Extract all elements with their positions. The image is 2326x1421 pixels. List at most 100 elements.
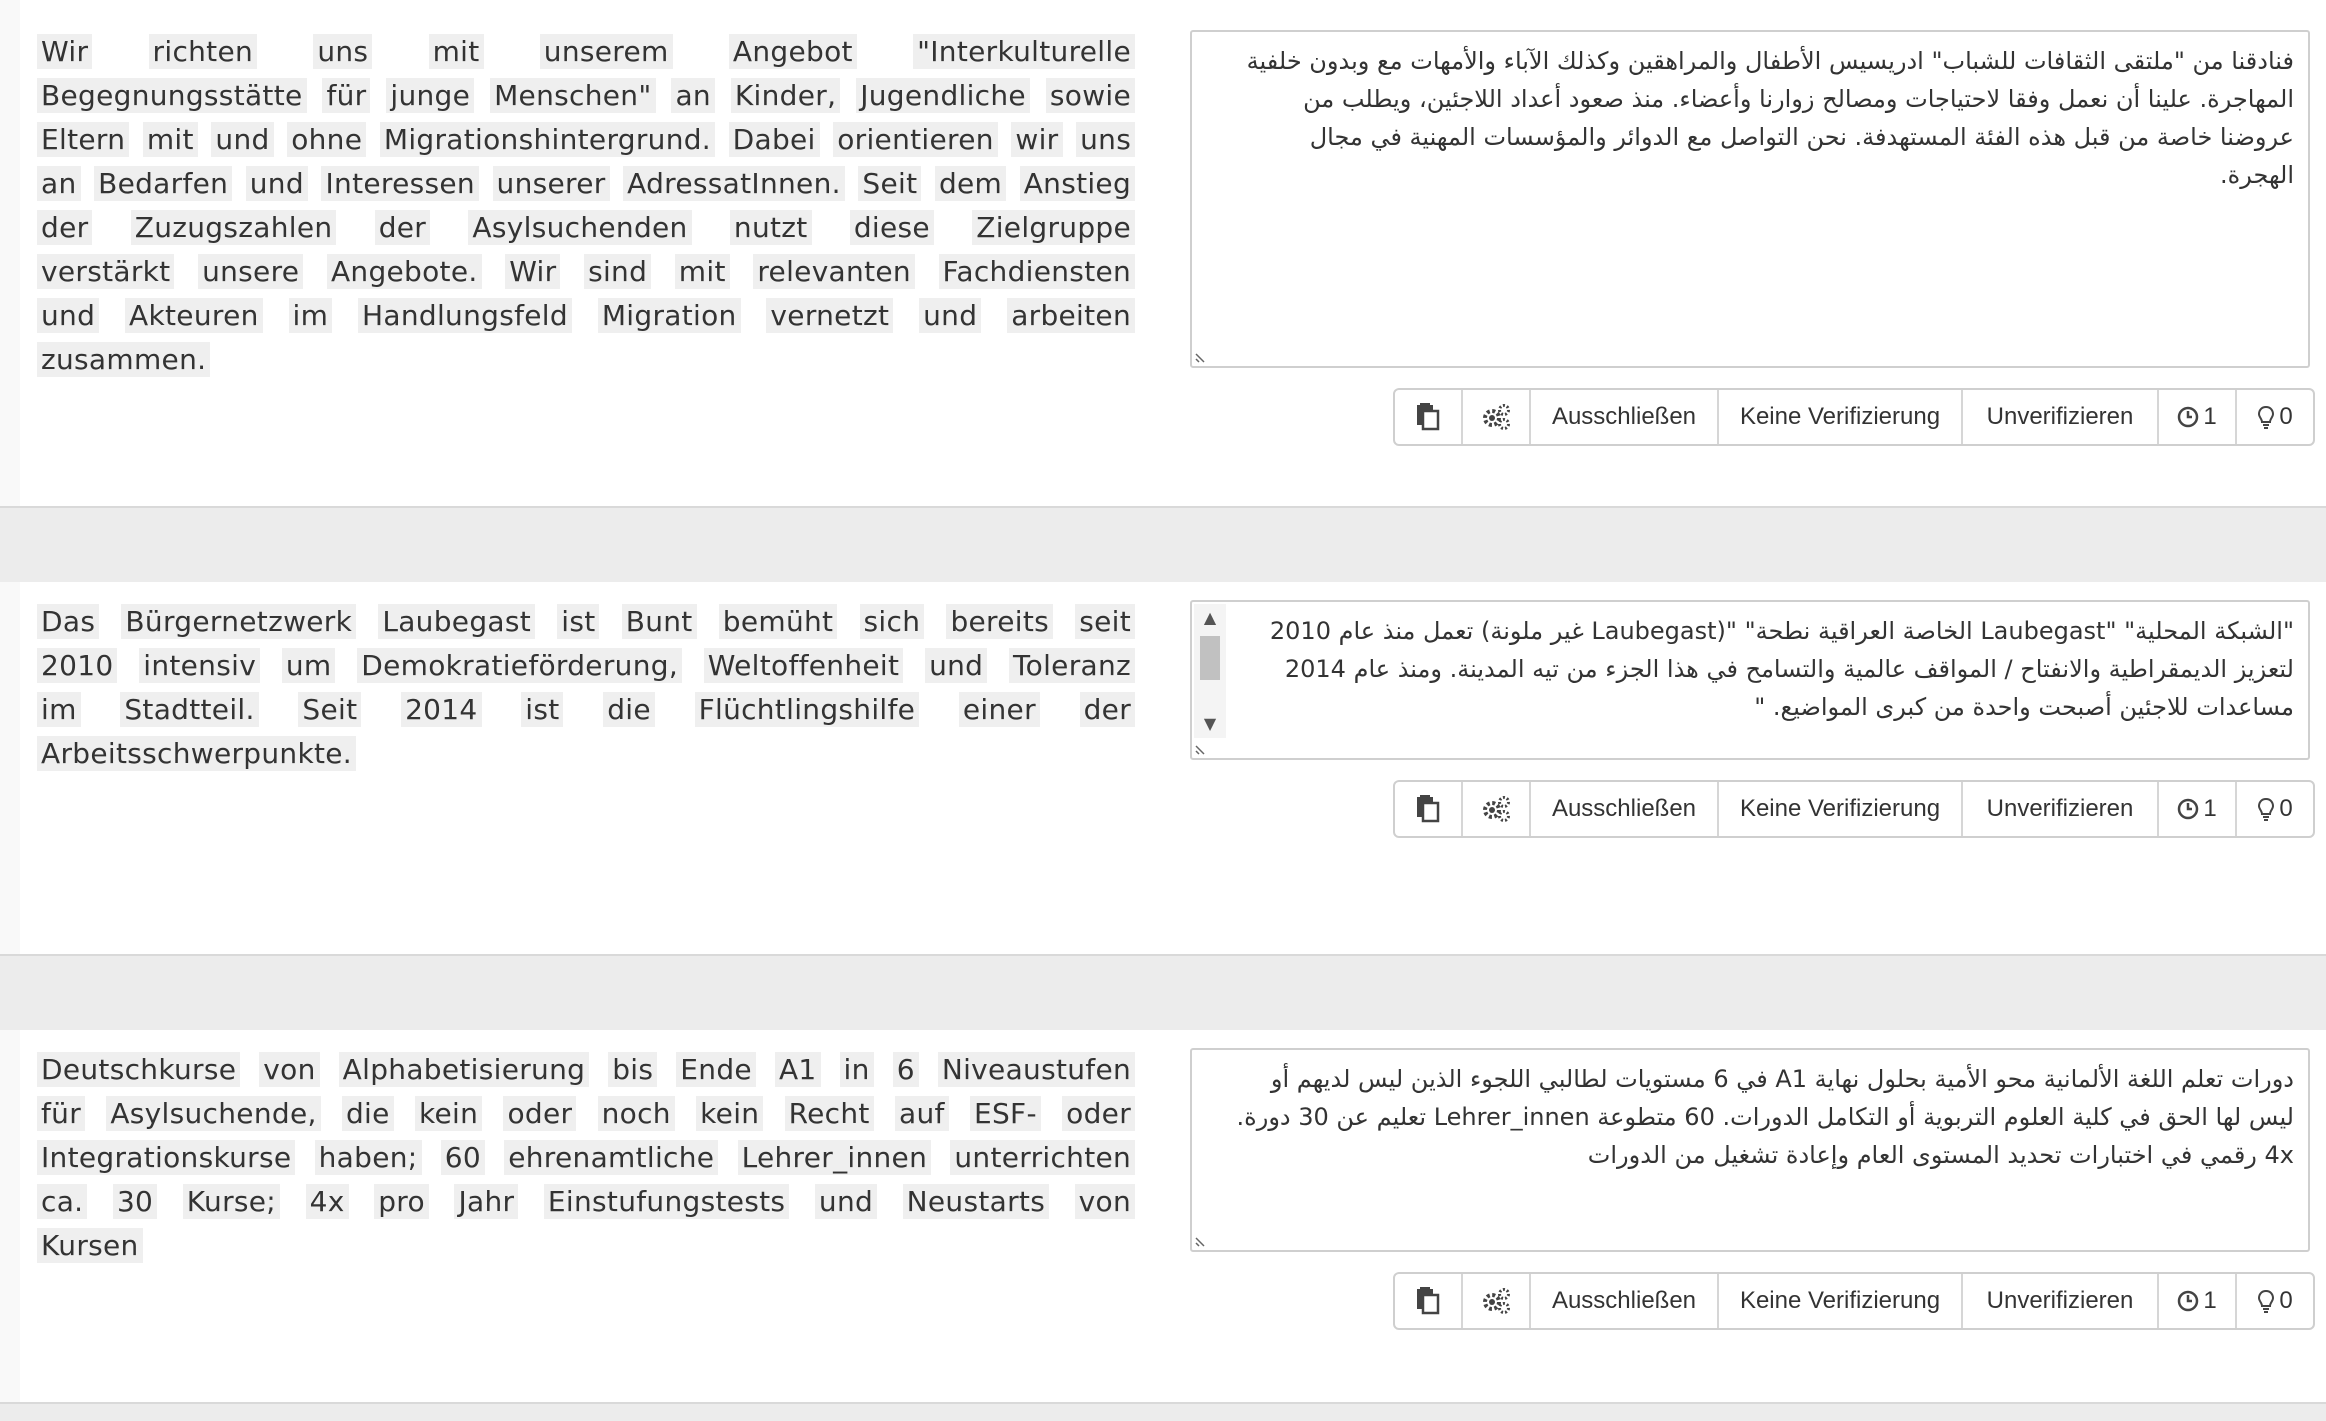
clock-icon bbox=[2177, 406, 2199, 428]
source-word: unsere bbox=[198, 254, 304, 289]
source-word: von bbox=[1074, 1184, 1136, 1219]
exclude-button[interactable]: Ausschließen bbox=[1531, 1274, 1719, 1328]
source-word: 60 bbox=[440, 1140, 485, 1175]
source-word: Laubegast bbox=[378, 604, 536, 639]
history-count: 1 bbox=[2203, 795, 2217, 822]
exclude-button[interactable]: Ausschließen bbox=[1531, 390, 1719, 444]
hint-button[interactable]: 0 bbox=[2237, 390, 2313, 444]
machine-translate-icon bbox=[1481, 1287, 1511, 1315]
source-word: Seit bbox=[298, 692, 362, 727]
source-word: Seit bbox=[858, 166, 922, 201]
source-word: verstärkt bbox=[37, 254, 175, 289]
scroll-thumb[interactable] bbox=[1200, 636, 1220, 680]
source-word: von bbox=[259, 1052, 320, 1087]
hint-button[interactable]: 0 bbox=[2237, 1274, 2313, 1328]
scroll-up-arrow-icon[interactable]: ▲ bbox=[1194, 604, 1226, 632]
source-word: 2014 bbox=[401, 692, 482, 727]
source-word: noch bbox=[597, 1096, 675, 1131]
unverify-button[interactable]: Unverifizieren bbox=[1963, 390, 2159, 444]
source-word: und bbox=[37, 298, 100, 333]
no-verification-button[interactable]: Keine Verifizierung bbox=[1719, 390, 1963, 444]
resize-grip-icon[interactable] bbox=[1194, 1232, 1210, 1248]
source-word: intensiv bbox=[139, 648, 261, 683]
source-word: uns bbox=[1076, 122, 1136, 157]
translation-text: "الشبكة المحلية" "Laubegast الخاصة العرا… bbox=[1269, 617, 2294, 721]
source-word: Weltoffenheit bbox=[703, 648, 904, 683]
scroll-down-arrow-icon[interactable]: ▼ bbox=[1194, 710, 1226, 738]
hint-count: 0 bbox=[2279, 403, 2293, 430]
source-word: um bbox=[281, 648, 336, 683]
source-word: Lehrer_innen bbox=[737, 1140, 932, 1175]
source-word: 6 bbox=[892, 1052, 919, 1087]
segment-toolbar: Ausschließen Keine Verifizierung Unverif… bbox=[1393, 780, 2315, 838]
source-word: Demokratieförderung, bbox=[357, 648, 683, 683]
unverify-button[interactable]: Unverifizieren bbox=[1963, 782, 2159, 836]
source-word: Wir bbox=[37, 34, 93, 69]
source-word: Ende bbox=[676, 1052, 756, 1087]
unverify-button[interactable]: Unverifizieren bbox=[1963, 1274, 2159, 1328]
source-word: der bbox=[37, 210, 93, 245]
source-word: ohne bbox=[287, 122, 367, 157]
source-word: junge bbox=[386, 78, 475, 113]
segment-toolbar: Ausschließen Keine Verifizierung Unverif… bbox=[1393, 1272, 2315, 1330]
source-word: Angebot bbox=[728, 34, 857, 69]
source-word: Menschen" bbox=[490, 78, 656, 113]
source-word: 4x bbox=[305, 1184, 349, 1219]
source-word: nutzt bbox=[729, 210, 812, 245]
source-word: bis bbox=[608, 1052, 658, 1087]
machine-translate-button[interactable] bbox=[1463, 390, 1531, 444]
source-word: richten bbox=[148, 34, 258, 69]
copy-source-icon bbox=[1414, 1287, 1442, 1315]
source-word: Deutschkurse bbox=[37, 1052, 241, 1087]
lightbulb-icon bbox=[2257, 405, 2275, 429]
source-word: bereits bbox=[946, 604, 1054, 639]
source-word: pro bbox=[374, 1184, 429, 1219]
history-button[interactable]: 1 bbox=[2159, 782, 2237, 836]
source-word: zusammen. bbox=[37, 342, 211, 377]
hint-button[interactable]: 0 bbox=[2237, 782, 2313, 836]
source-word: mit bbox=[674, 254, 730, 289]
source-word: ehrenamtliche bbox=[504, 1140, 719, 1175]
source-word: einer bbox=[958, 692, 1040, 727]
source-word: orientieren bbox=[833, 122, 998, 157]
machine-translate-icon bbox=[1481, 403, 1511, 431]
source-word: Migrationshintergrund. bbox=[379, 122, 716, 157]
machine-translate-button[interactable] bbox=[1463, 1274, 1531, 1328]
copy-source-button[interactable] bbox=[1395, 782, 1463, 836]
source-text: Deutschkurse von Alphabetisierung bis En… bbox=[36, 1048, 1136, 1268]
exclude-button[interactable]: Ausschließen bbox=[1531, 782, 1719, 836]
source-word: seit bbox=[1075, 604, 1136, 639]
translation-textarea[interactable]: "الشبكة المحلية" "Laubegast الخاصة العرا… bbox=[1190, 600, 2310, 760]
resize-grip-icon[interactable] bbox=[1194, 348, 1210, 364]
source-word: vernetzt bbox=[766, 298, 894, 333]
textarea-scrollbar[interactable]: ▲ ▼ bbox=[1194, 604, 1226, 738]
history-button[interactable]: 1 bbox=[2159, 1274, 2237, 1328]
resize-grip-icon[interactable] bbox=[1194, 740, 1210, 756]
source-word: und bbox=[925, 648, 988, 683]
source-word: Kinder, bbox=[730, 78, 841, 113]
translation-entry: Deutschkurse von Alphabetisierung bis En… bbox=[0, 1030, 2326, 1404]
source-word: in bbox=[839, 1052, 874, 1087]
source-word: Eltern bbox=[37, 122, 130, 157]
translation-entry: Wir richten uns mit unserem Angebot "Int… bbox=[0, 0, 2326, 508]
source-word: Kurse; bbox=[182, 1184, 281, 1219]
copy-source-button[interactable] bbox=[1395, 1274, 1463, 1328]
copy-source-button[interactable] bbox=[1395, 390, 1463, 444]
translation-textarea[interactable]: دورات تعلم اللغة الألمانية محو الأمية بح… bbox=[1190, 1048, 2310, 1252]
no-verification-button[interactable]: Keine Verifizierung bbox=[1719, 782, 1963, 836]
source-word: unserer bbox=[492, 166, 610, 201]
machine-translate-button[interactable] bbox=[1463, 782, 1531, 836]
history-count: 1 bbox=[2203, 403, 2217, 430]
no-verification-button[interactable]: Keine Verifizierung bbox=[1719, 1274, 1963, 1328]
translation-textarea[interactable]: فنادقنا من "ملتقى الثقافات للشباب" ادريس… bbox=[1190, 30, 2310, 368]
clock-icon bbox=[2177, 1290, 2199, 1312]
source-word: relevanten bbox=[753, 254, 915, 289]
source-word: Wir bbox=[505, 254, 561, 289]
source-word: AdressatInnen. bbox=[623, 166, 845, 201]
segment-toolbar: Ausschließen Keine Verifizierung Unverif… bbox=[1393, 388, 2315, 446]
source-word: dem bbox=[934, 166, 1007, 201]
history-button[interactable]: 1 bbox=[2159, 390, 2237, 444]
source-word: oder bbox=[503, 1096, 577, 1131]
lightbulb-icon bbox=[2257, 1289, 2275, 1313]
hint-count: 0 bbox=[2279, 1287, 2293, 1314]
